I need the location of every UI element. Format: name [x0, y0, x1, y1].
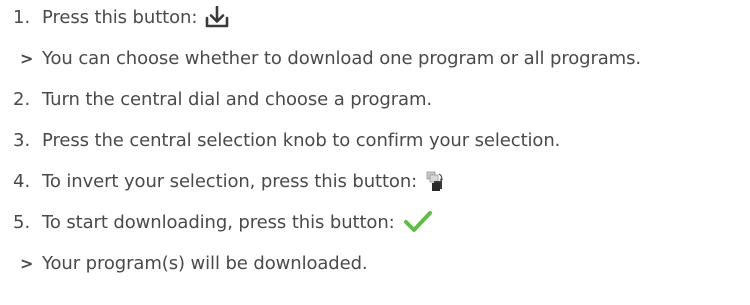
- step-number: 2.: [13, 88, 31, 110]
- step-text: Press the central selection knob to conf…: [42, 129, 561, 151]
- result-text: Your program(s) will be downloaded.: [42, 252, 368, 274]
- step-text: Press this button:: [42, 5, 229, 28]
- step-text: To invert your selection, press this but…: [42, 170, 445, 192]
- step-text: Turn the central dial and choose a progr…: [42, 88, 433, 110]
- step-number: 3.: [13, 129, 31, 151]
- result-marker: >: [20, 48, 34, 68]
- checkmark-icon: [403, 210, 433, 234]
- step-number: 5.: [13, 211, 31, 233]
- download-icon: [205, 5, 229, 28]
- instruction-list: 1. Press this button: > You can choose w…: [0, 0, 750, 305]
- result-marker: >: [20, 253, 34, 273]
- result-text: You can choose whether to download one p…: [42, 47, 642, 69]
- step-number: 4.: [13, 170, 31, 192]
- invert-selection-icon: [425, 170, 445, 192]
- step-text: To start downloading, press this button:: [42, 210, 433, 234]
- step-number: 1.: [13, 6, 31, 28]
